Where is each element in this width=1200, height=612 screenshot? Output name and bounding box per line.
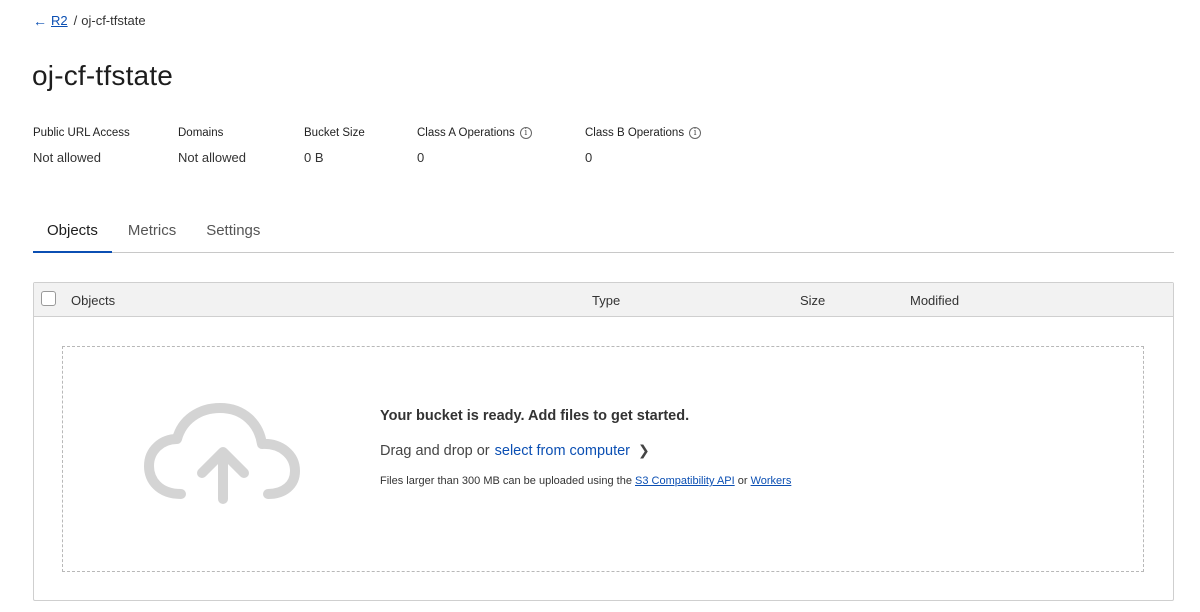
dropzone-text: Your bucket is ready. Add files to get s…: [380, 408, 791, 487]
stat-label: Bucket Size: [304, 127, 365, 139]
breadcrumb: ← R2 / oj-cf-tfstate: [33, 13, 146, 28]
page-title: oj-cf-tfstate: [32, 60, 174, 91]
breadcrumb-current: oj-cf-tfstate: [81, 13, 146, 28]
stat-class-b-operations: Class B Operations i 0: [585, 126, 702, 165]
back-arrow-icon[interactable]: ←: [33, 14, 47, 28]
note-or: or: [737, 475, 748, 487]
s3-compatibility-api-link[interactable]: S3 Compatibility API: [635, 475, 735, 487]
select-from-computer-link[interactable]: select from computer: [495, 443, 630, 459]
bucket-page: ← R2 / oj-cf-tfstate oj-cf-tfstate Publi…: [0, 0, 1200, 612]
stat-value: 0: [417, 150, 425, 165]
column-header-size[interactable]: Size: [800, 293, 825, 308]
stat-class-a-operations: Class A Operations i 0: [417, 126, 532, 165]
stat-domains: Domains Not allowed: [178, 126, 246, 165]
tab-metrics[interactable]: Metrics: [128, 216, 176, 253]
objects-table: Objects Type Size Modified Your bucket i…: [33, 282, 1174, 601]
breadcrumb-r2-link[interactable]: R2: [51, 13, 68, 28]
stat-label: Class A Operations: [417, 127, 515, 139]
info-icon[interactable]: i: [519, 127, 532, 139]
drag-drop-text: Drag and drop or: [380, 442, 490, 459]
workers-link[interactable]: Workers: [751, 475, 792, 487]
cloud-upload-icon: [144, 403, 300, 504]
stat-label: Class B Operations: [585, 127, 685, 139]
stat-value: Not allowed: [178, 150, 246, 165]
column-header-objects[interactable]: Objects: [71, 293, 115, 308]
stat-value: Not allowed: [33, 150, 101, 165]
stat-label: Domains: [178, 127, 224, 139]
chevron-right-icon[interactable]: ❯: [638, 442, 650, 459]
dropzone-instructions: Drag and drop or select from computer ❯: [380, 442, 791, 459]
stat-bucket-size: Bucket Size 0 B: [304, 126, 365, 165]
info-icon[interactable]: i: [689, 127, 702, 139]
breadcrumb-separator: /: [73, 13, 78, 28]
tab-objects[interactable]: Objects: [33, 216, 112, 253]
dropzone-title: Your bucket is ready. Add files to get s…: [380, 408, 690, 424]
upload-dropzone[interactable]: Your bucket is ready. Add files to get s…: [62, 346, 1144, 572]
tab-settings[interactable]: Settings: [206, 216, 260, 253]
column-header-type[interactable]: Type: [592, 293, 620, 308]
stat-value: 0: [585, 150, 593, 165]
tab-bar: Objects Metrics Settings: [33, 216, 1174, 253]
select-all-checkbox[interactable]: [41, 291, 56, 306]
stat-label: Public URL Access: [33, 127, 130, 139]
large-file-note: Files larger than 300 MB can be uploaded…: [380, 475, 791, 487]
stat-public-url-access: Public URL Access Not allowed: [33, 126, 130, 165]
stat-value: 0 B: [304, 150, 324, 165]
table-header: Objects Type Size Modified: [34, 283, 1173, 317]
column-header-modified[interactable]: Modified: [910, 293, 959, 308]
note-prefix: Files larger than 300 MB can be uploaded…: [380, 475, 632, 487]
